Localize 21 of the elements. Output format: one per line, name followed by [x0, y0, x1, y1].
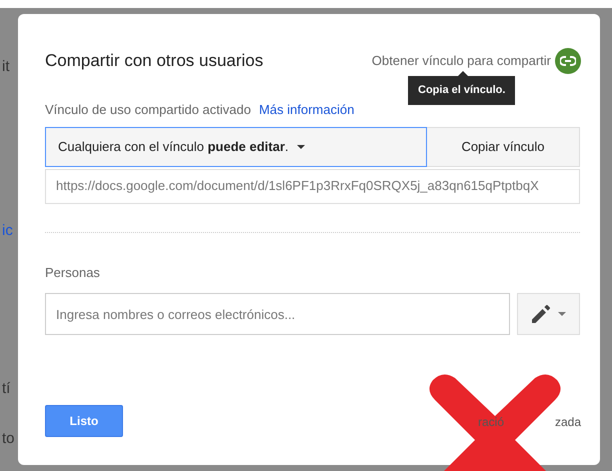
- link-status-text: Vínculo de uso compartido activado: [45, 101, 251, 119]
- background-text: ic: [2, 221, 13, 241]
- permission-button[interactable]: [517, 293, 580, 335]
- link-icon[interactable]: [555, 48, 581, 74]
- dialog-title: Compartir con otros usuarios: [45, 50, 264, 72]
- tooltip-arrow: [458, 71, 468, 76]
- done-button[interactable]: Listo: [45, 405, 123, 437]
- advanced-settings-link[interactable]: zada: [555, 413, 582, 431]
- pencil-icon: [532, 305, 550, 323]
- people-input-field[interactable]: Ingresa nombres o correos electrónicos...: [45, 293, 510, 335]
- get-link-label[interactable]: Obtener vínculo para compartir: [372, 51, 551, 71]
- background-text: to: [2, 429, 15, 449]
- people-label: Personas: [45, 264, 100, 282]
- background-text: it: [2, 57, 10, 77]
- caret-icon: [558, 312, 566, 316]
- access-dropdown[interactable]: Cualquiera con el vínculo puede editar.: [45, 126, 427, 166]
- more-info-link[interactable]: Más información: [258, 100, 354, 120]
- copy-link-button[interactable]: Copiar vínculo: [427, 126, 580, 166]
- background-text: tí: [2, 379, 10, 399]
- link-url-field[interactable]: https://docs.google.com/document/d/1sl6PF1p3RrxFq0SRQX5j_a83qn615qPtptbqX: [45, 168, 580, 204]
- caret-icon: [296, 144, 305, 148]
